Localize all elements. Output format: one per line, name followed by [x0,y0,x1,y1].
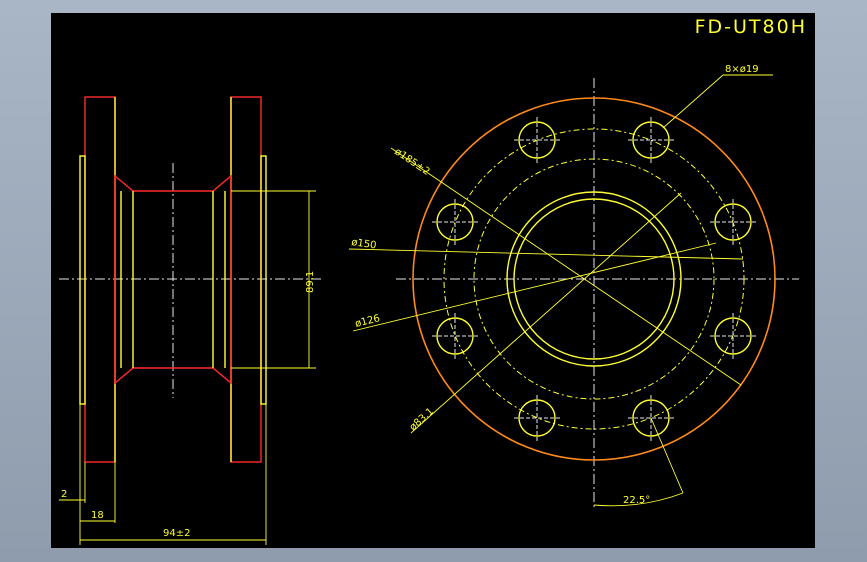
side-view: 89.1 2 18 94±2 [59,96,321,545]
dim-2-text: 2 [61,489,67,500]
leader-d83 [410,192,682,434]
front-view: 8×ø19 ø185±2 ø150 ø126 ø83.1 22.5° [348,64,799,508]
label-bolt-holes: 8×ø19 [725,64,759,75]
drawing-svg: 89.1 2 18 94±2 8×ø19 ø185±2 ø150 ø126 ø8… [59,64,799,545]
leader-bolt-holes [662,74,724,129]
right-raised-face [260,155,267,405]
bolt-hole [436,317,474,355]
leader-d126 [352,242,717,332]
label-d83: ø83.1 [408,406,436,433]
bolt-hole [436,203,474,241]
bolt-hole [518,399,556,437]
dim-89-text: 89.1 [305,271,316,293]
dim-94-text: 94±2 [163,528,190,539]
label-angle: 22.5° [623,495,650,506]
dim-18-text: 18 [91,510,104,521]
label-d185: ø185±2 [392,146,431,177]
left-raised-face [79,155,86,405]
cad-drawing-canvas: FD-UT80H 89.1 2 18 94±2 8×ø19 ø185±2 ø15… [51,13,815,548]
angle-leader [650,417,684,494]
